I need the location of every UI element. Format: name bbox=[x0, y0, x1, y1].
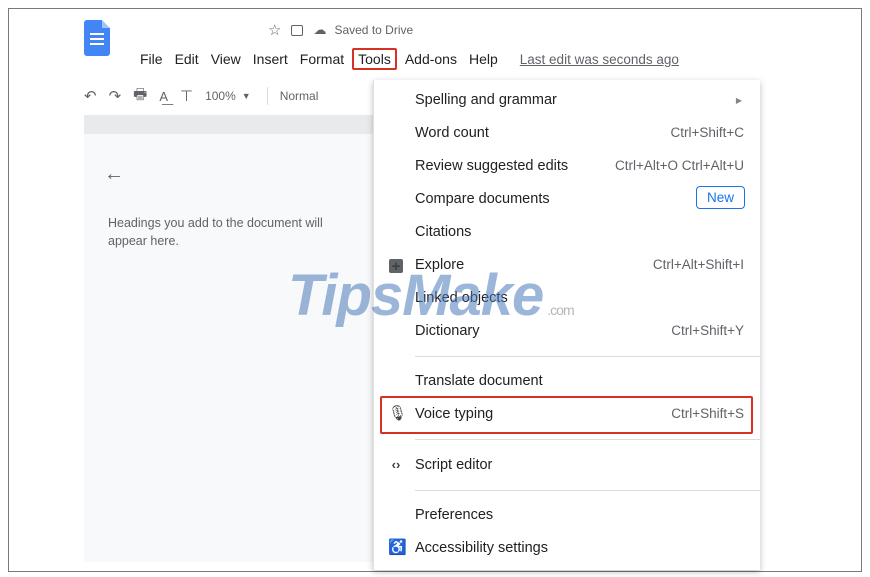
menu-item-citations[interactable]: Citations bbox=[374, 218, 760, 248]
ruler-strip bbox=[84, 115, 374, 134]
tools-menu-dropdown: Spelling and grammar ▶ Word count Ctrl+S… bbox=[373, 80, 760, 570]
menu-add-ons[interactable]: Add-ons bbox=[399, 51, 463, 67]
menu-item-label: Dictionary bbox=[415, 323, 480, 339]
submenu-arrow-icon: ▶ bbox=[735, 96, 742, 105]
menu-item-label: Script editor bbox=[415, 457, 493, 473]
menu-help[interactable]: Help bbox=[463, 51, 504, 67]
menu-divider bbox=[415, 439, 760, 440]
menu-item-dictionary[interactable]: Dictionary Ctrl+Shift+Y bbox=[374, 317, 760, 347]
back-arrow-icon[interactable]: ← bbox=[104, 163, 124, 186]
document-outline-panel bbox=[84, 134, 374, 562]
menu-edit[interactable]: Edit bbox=[169, 51, 205, 67]
menu-divider bbox=[415, 490, 760, 491]
star-icon[interactable]: ☆ bbox=[268, 21, 281, 39]
shortcut-text: Ctrl+Alt+O Ctrl+Alt+U bbox=[614, 158, 744, 173]
menu-file[interactable]: File bbox=[134, 51, 169, 67]
menu-item-label: Preferences bbox=[415, 507, 494, 523]
menu-item-label: Word count bbox=[415, 125, 489, 141]
menu-item-label: Accessibility settings bbox=[415, 540, 548, 556]
menu-format[interactable]: Format bbox=[294, 51, 350, 67]
menu-bar: File Edit View Insert Format Tools Add-o… bbox=[134, 47, 679, 71]
google-docs-logo-icon[interactable] bbox=[84, 20, 110, 56]
cloud-icon: ☁ bbox=[313, 22, 327, 37]
menu-item-label: Spelling and grammar bbox=[415, 92, 557, 108]
menu-item-script-editor[interactable]: ‹› Script editor bbox=[374, 451, 760, 481]
menu-item-linked-objects[interactable]: Linked objects bbox=[374, 284, 760, 314]
menu-item-label: Translate document bbox=[415, 373, 543, 389]
shortcut-text: Ctrl+Shift+Y bbox=[671, 323, 744, 338]
title-row: ☆ ☁ Saved to Drive bbox=[268, 20, 423, 40]
menu-item-compare-documents[interactable]: Compare documents New bbox=[374, 185, 760, 215]
toolbar: ↶ ↷ 🖶 A͟ ⊤ 100% ▼ Normal bbox=[84, 85, 318, 107]
menu-item-word-count[interactable]: Word count Ctrl+Shift+C bbox=[374, 119, 760, 149]
menu-item-label: Compare documents bbox=[415, 191, 550, 207]
shortcut-text: Ctrl+Alt+Shift+I bbox=[652, 257, 744, 272]
code-icon: ‹› bbox=[391, 457, 401, 472]
menu-insert[interactable]: Insert bbox=[247, 51, 294, 67]
saved-status: Saved to Drive bbox=[334, 23, 414, 37]
outline-hint-text: Headings you add to the document will ap… bbox=[108, 216, 323, 248]
menu-item-explore[interactable]: + Explore Ctrl+Alt+Shift+I bbox=[374, 251, 760, 281]
menu-view[interactable]: View bbox=[205, 51, 247, 67]
menu-item-label: Explore bbox=[415, 257, 465, 273]
menu-item-label: Review suggested edits bbox=[415, 158, 569, 174]
explore-icon: + bbox=[389, 259, 403, 275]
accessibility-icon: ♿ bbox=[388, 539, 407, 556]
menu-item-label: Linked objects bbox=[415, 290, 508, 306]
last-edit-link[interactable]: Last edit was seconds ago bbox=[520, 52, 679, 67]
redo-icon[interactable]: ↷ bbox=[109, 87, 122, 105]
paint-format-icon[interactable]: ⊤ bbox=[180, 87, 193, 105]
menu-item-accessibility-settings[interactable]: ♿ Accessibility settings bbox=[374, 534, 760, 564]
zoom-select[interactable]: 100% bbox=[205, 89, 236, 103]
chevron-down-icon[interactable]: ▼ bbox=[242, 91, 251, 101]
move-to-folder-icon[interactable] bbox=[291, 24, 304, 36]
undo-icon[interactable]: ↶ bbox=[84, 87, 97, 105]
new-badge: New bbox=[695, 186, 745, 209]
menu-item-review-suggested-edits[interactable]: Review suggested edits Ctrl+Alt+O Ctrl+A… bbox=[374, 152, 760, 182]
menu-item-translate-document[interactable]: Translate document bbox=[374, 367, 760, 397]
shortcut-text: Ctrl+Shift+C bbox=[670, 125, 744, 140]
paragraph-style-select[interactable]: Normal bbox=[280, 89, 319, 103]
toolbar-divider bbox=[266, 87, 268, 105]
menu-item-label: Citations bbox=[415, 224, 472, 240]
voice-typing-highlight-box bbox=[380, 396, 753, 434]
menu-item-preferences[interactable]: Preferences bbox=[374, 501, 760, 531]
menu-item-spelling-and-grammar[interactable]: Spelling and grammar ▶ bbox=[374, 86, 760, 116]
menu-tools[interactable]: Tools bbox=[352, 48, 397, 70]
menu-divider bbox=[415, 356, 760, 357]
print-icon[interactable]: 🖶 bbox=[133, 84, 147, 109]
spellcheck-icon[interactable]: A͟ bbox=[159, 89, 168, 104]
